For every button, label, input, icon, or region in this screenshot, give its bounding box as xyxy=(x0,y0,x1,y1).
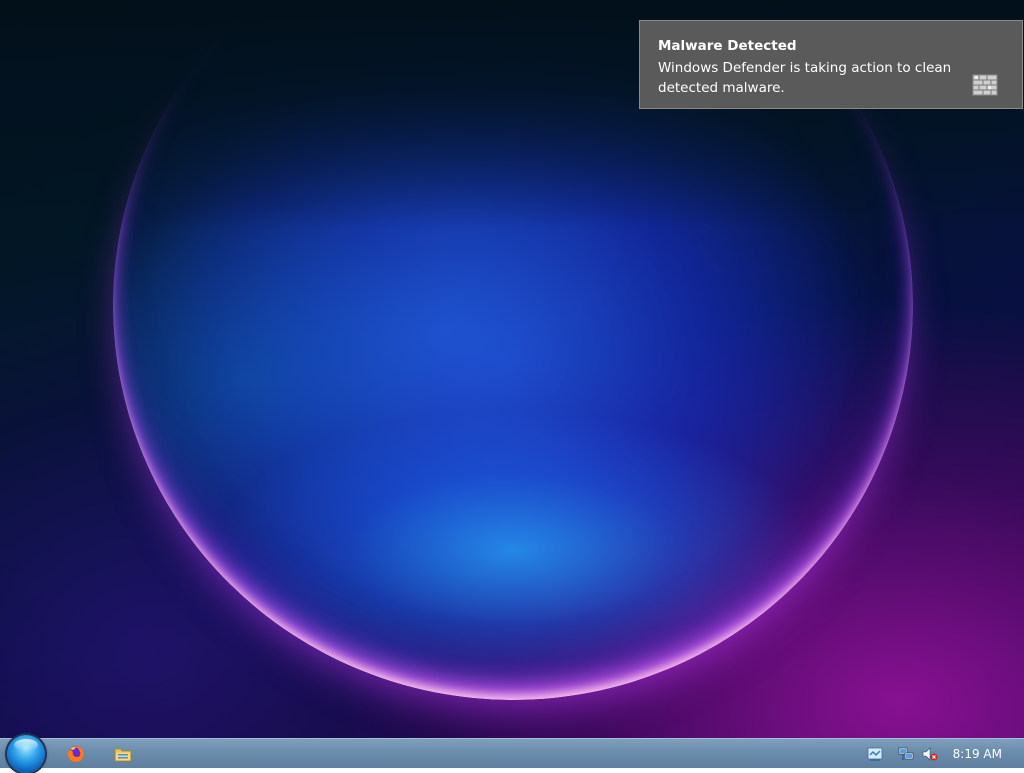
malware-notification[interactable]: Malware Detected Windows Defender is tak… xyxy=(639,20,1023,109)
desktop-wallpaper xyxy=(0,0,1024,738)
volume-muted-icon[interactable] xyxy=(922,746,938,762)
start-button[interactable] xyxy=(7,735,45,773)
defender-wall-icon xyxy=(972,73,998,97)
notification-body: Windows Defender is taking action to cle… xyxy=(658,60,952,96)
folder-icon[interactable] xyxy=(114,745,132,763)
firefox-icon[interactable] xyxy=(67,745,85,763)
taskbar: 8:19 AM xyxy=(0,735,1024,773)
notification-title: Malware Detected xyxy=(658,38,797,54)
network-icon[interactable] xyxy=(898,746,914,762)
taskbar-clock[interactable]: 8:19 AM xyxy=(953,746,1002,762)
action-center-flag-icon[interactable] xyxy=(867,746,883,762)
